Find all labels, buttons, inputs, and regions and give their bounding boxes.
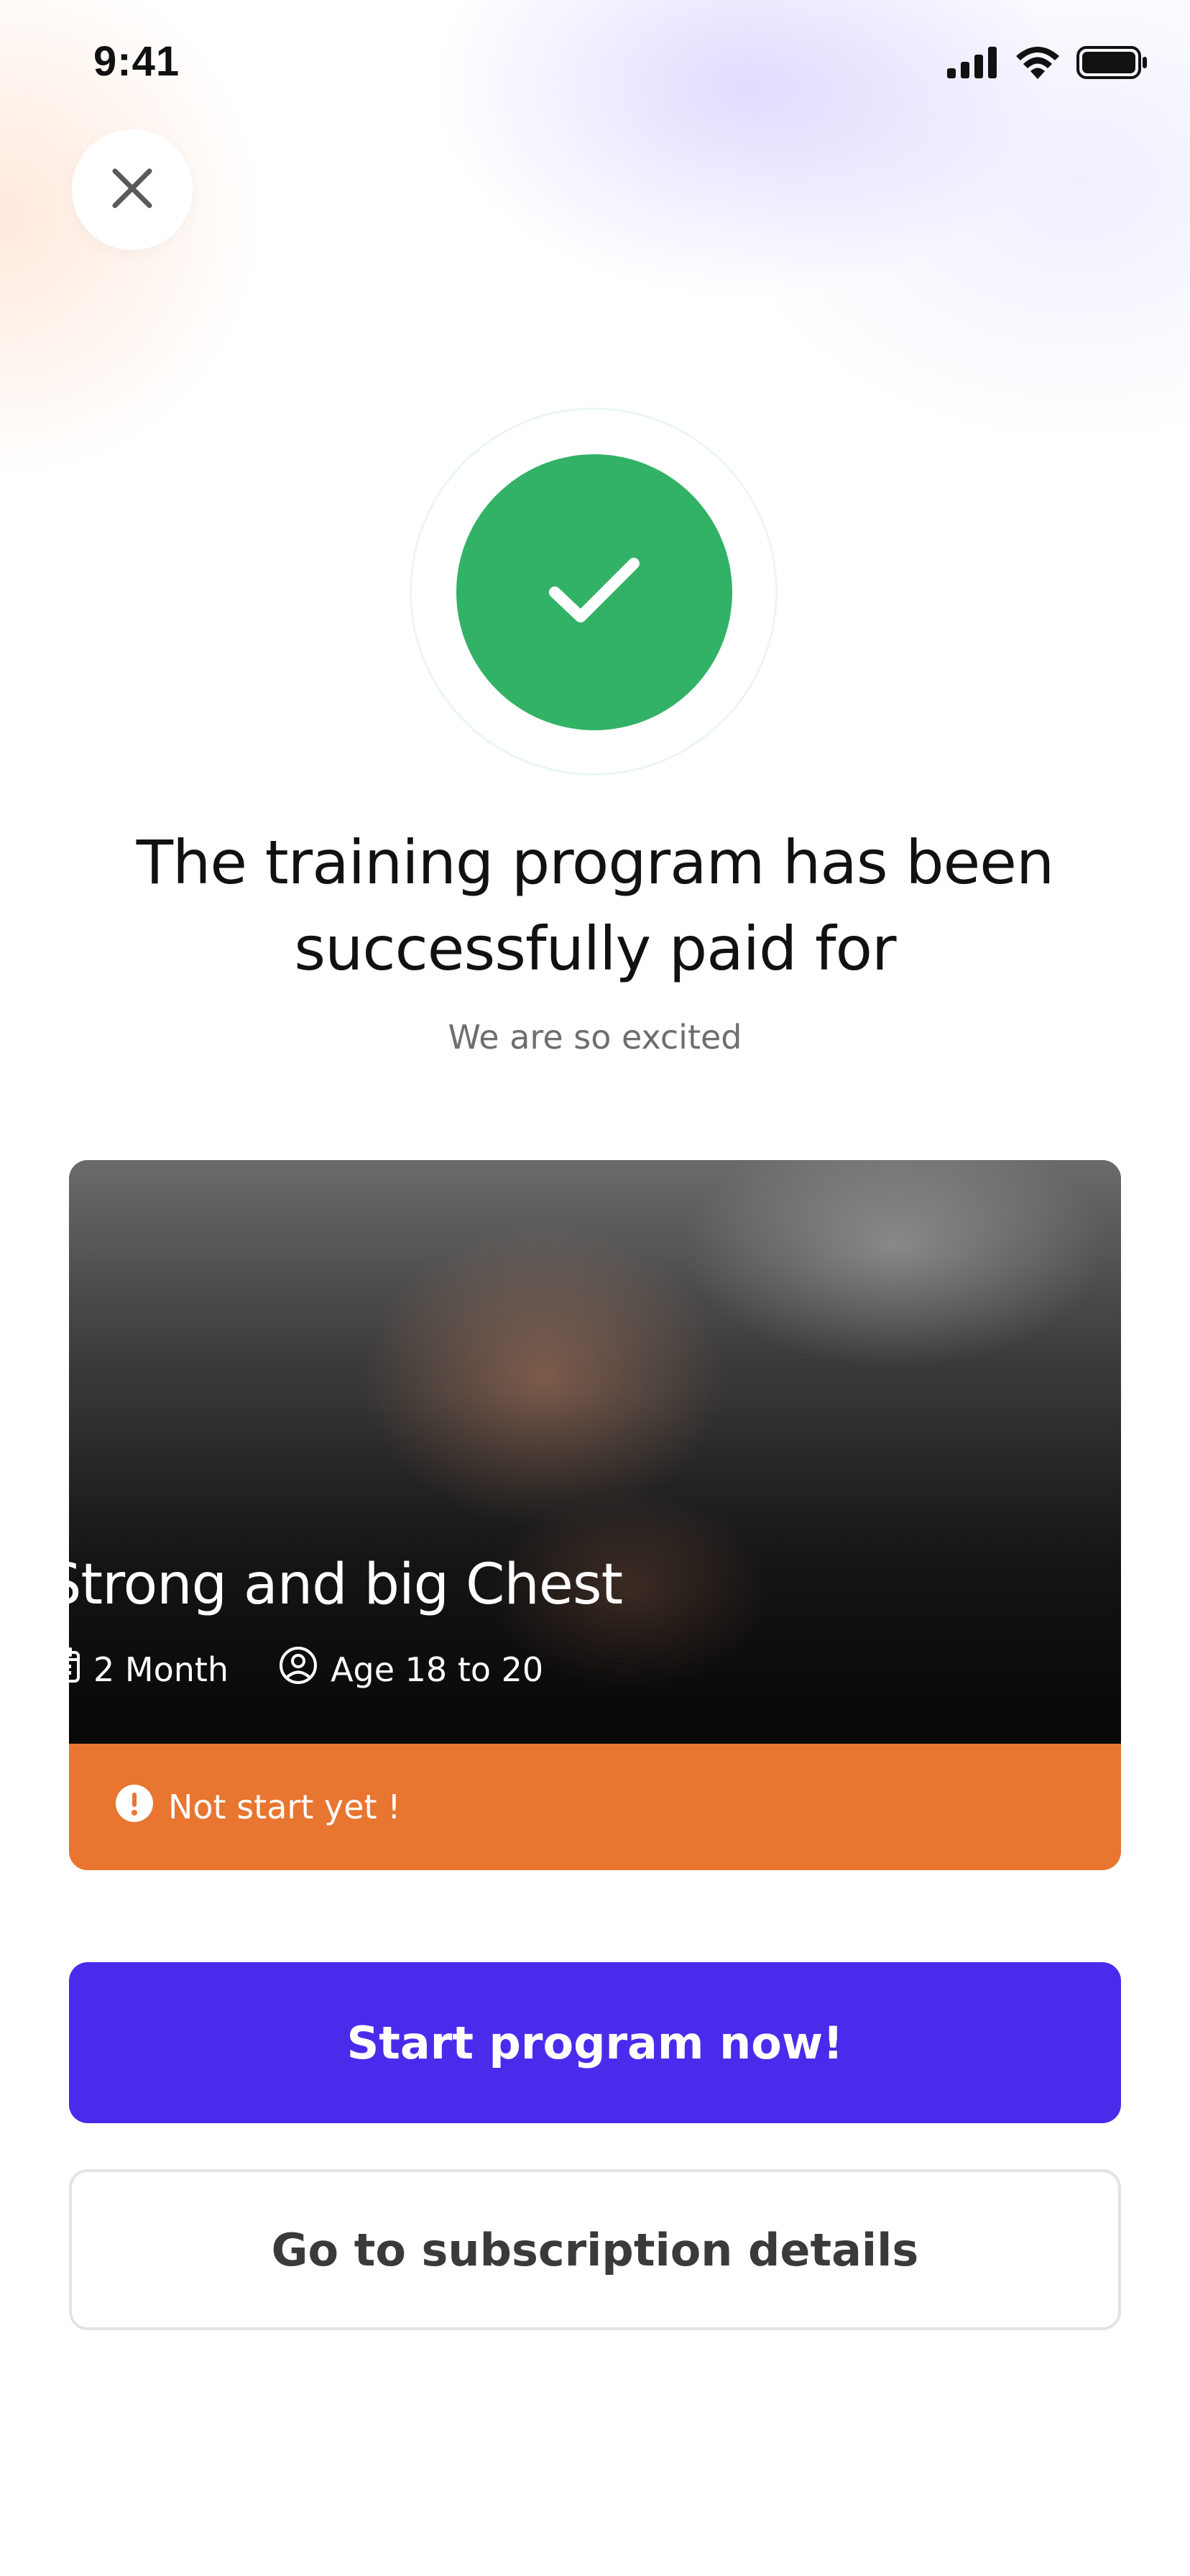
program-age: Age 18 to 20 xyxy=(279,1646,543,1693)
close-button[interactable] xyxy=(72,129,193,250)
subscription-details-button[interactable]: Go to subscription details xyxy=(69,2169,1121,2330)
subscription-details-label: Go to subscription details xyxy=(271,2223,919,2276)
alert-icon xyxy=(115,1784,154,1831)
success-badge xyxy=(456,454,732,730)
status-bar: 9:41 xyxy=(0,0,1190,129)
program-title: Strong and big Chest xyxy=(46,1552,623,1617)
status-time: 9:41 xyxy=(93,38,180,85)
duration-label: 2 Month xyxy=(93,1650,229,1689)
program-duration: 2 Month xyxy=(46,1647,229,1691)
page-subtitle: We are so excited xyxy=(448,1018,742,1057)
start-program-label: Start program now! xyxy=(346,2016,844,2069)
program-status-bar: Not start yet ! xyxy=(69,1744,1121,1870)
close-icon xyxy=(109,165,155,215)
checkmark-icon xyxy=(548,555,641,630)
wifi-icon xyxy=(1015,46,1061,83)
calendar-icon xyxy=(46,1647,80,1691)
age-label: Age 18 to 20 xyxy=(331,1650,544,1689)
status-label: Not start yet ! xyxy=(168,1788,401,1826)
signal-icon xyxy=(947,47,999,82)
page-title: The training program has been successful… xyxy=(136,827,1054,984)
battery-icon xyxy=(1076,46,1148,83)
program-meta: 2 Month Age 18 to 20 xyxy=(46,1646,543,1693)
start-program-button[interactable]: Start program now! xyxy=(69,1962,1121,2123)
user-icon xyxy=(279,1646,318,1693)
payment-success-screen: 9:41 The training program has been succe… xyxy=(0,0,1190,2576)
status-icons xyxy=(947,46,1148,83)
